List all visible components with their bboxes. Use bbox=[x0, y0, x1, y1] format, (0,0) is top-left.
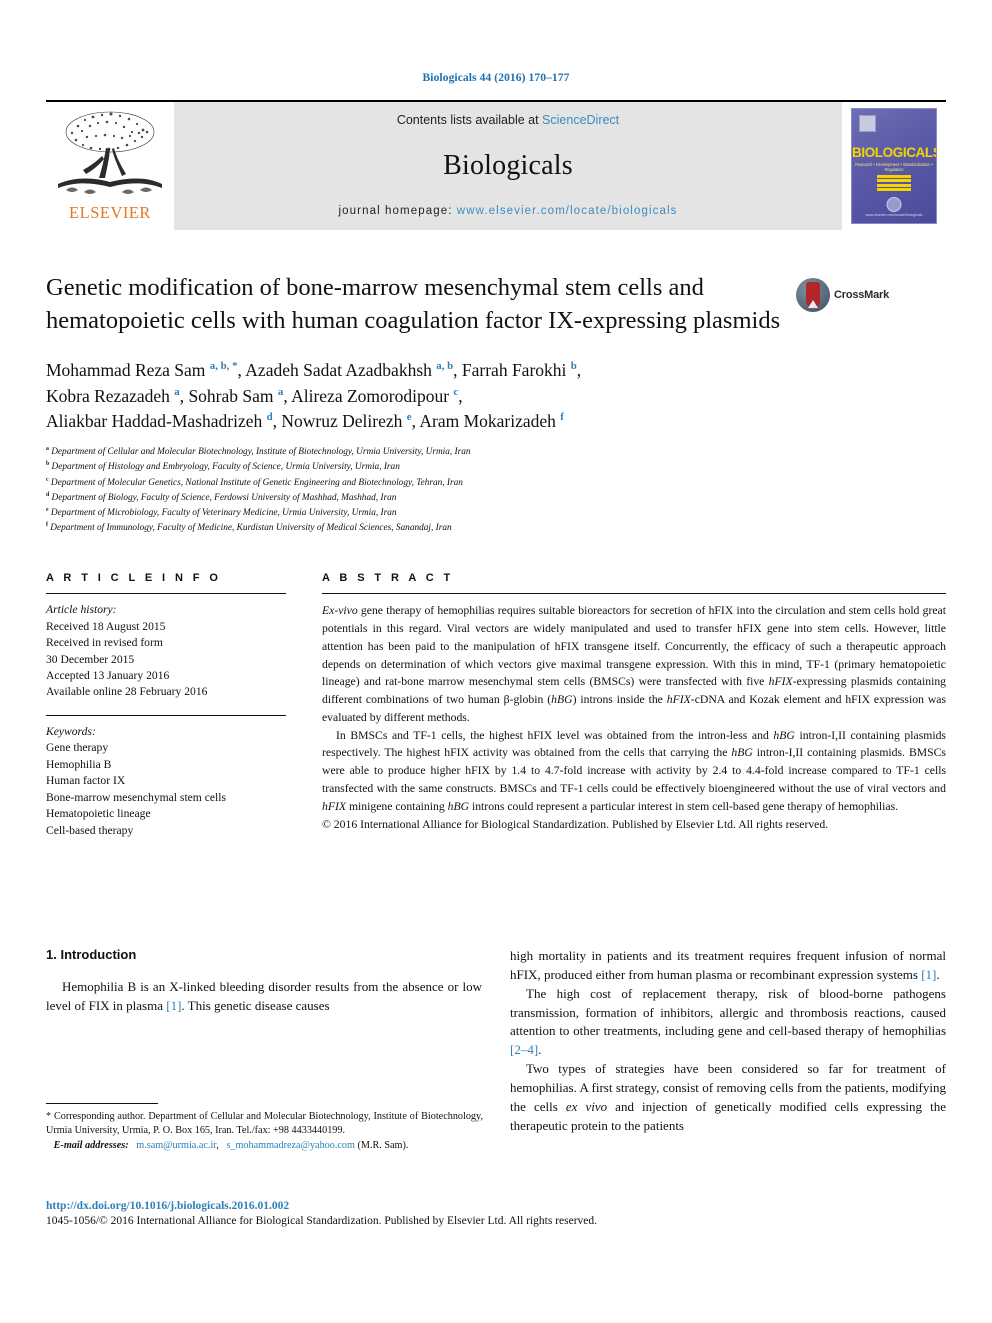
crossmark-icon bbox=[796, 278, 830, 312]
affiliation-mark: a bbox=[46, 446, 49, 453]
history-item: Available online 28 February 2016 bbox=[46, 685, 208, 699]
homepage-prefix: journal homepage: bbox=[338, 205, 457, 217]
article-history-label: Article history: bbox=[46, 603, 117, 617]
intro-paragraph: Two types of strategies have been consid… bbox=[510, 1061, 946, 1133]
abstract-paragraph: Ex-vivo gene therapy of hemophilias requ… bbox=[322, 604, 947, 724]
affiliation-mark: e bbox=[46, 506, 49, 513]
contents-prefix: Contents lists available at bbox=[396, 113, 543, 127]
cover-logo-box bbox=[859, 115, 876, 132]
affiliation-text: Department of Biology, Faculty of Scienc… bbox=[51, 492, 397, 503]
abstract-column: A B S T R A C T Ex-vivo gene therapy of … bbox=[322, 572, 946, 839]
article-info-column: A R T I C L E I N F O Article history: R… bbox=[46, 572, 286, 839]
doi-link[interactable]: http://dx.doi.org/10.1016/j.biologicals.… bbox=[46, 1200, 946, 1212]
history-item: Accepted 13 January 2016 bbox=[46, 668, 170, 682]
keyword-item: Human factor IX bbox=[46, 774, 126, 788]
footnote-area: * Corresponding author. Department of Ce… bbox=[46, 1103, 483, 1153]
running-head: Biologicals 44 (2016) 170–177 bbox=[422, 72, 570, 84]
elsevier-logo: ELSEVIER bbox=[46, 102, 174, 230]
page-title: Genetic modification of bone-marrow mese… bbox=[46, 274, 781, 334]
sciencedirect-link[interactable]: ScienceDirect bbox=[542, 113, 619, 127]
history-item: 30 December 2015 bbox=[46, 652, 135, 666]
introduction-section-title: 1. Introduction bbox=[46, 947, 137, 963]
keyword-item: Hematopoietic lineage bbox=[46, 807, 151, 821]
homepage-url[interactable]: www.elsevier.com/locate/biologicals bbox=[457, 205, 678, 217]
keywords-block: Keywords: Gene therapy Hemophilia B Huma… bbox=[46, 724, 286, 839]
article-info-heading: A R T I C L E I N F O bbox=[46, 572, 222, 585]
paper-first-page: Biologicals 44 (2016) 170–177 ELSEVIER C… bbox=[0, 0, 992, 1323]
affiliation-text: Department of Cellular and Molecular Bio… bbox=[51, 447, 471, 458]
elsevier-tree-icon bbox=[58, 111, 162, 194]
cover-decorative-lines bbox=[852, 173, 936, 193]
cover-subtitle: Research • Development • Standardisation… bbox=[855, 162, 933, 172]
article-info-rule bbox=[46, 593, 286, 595]
cover-seal-icon bbox=[886, 197, 902, 212]
abstract-copyright: © 2016 International Alliance for Biolog… bbox=[322, 817, 829, 831]
abstract-paragraph: In BMSCs and TF-1 cells, the highest hFI… bbox=[322, 728, 946, 813]
keyword-item: Cell-based therapy bbox=[46, 823, 134, 837]
affiliation-mark: b bbox=[46, 461, 50, 468]
corresponding-author-note: * Corresponding author. Department of Ce… bbox=[46, 1111, 483, 1137]
issn-copyright-line: 1045-1056/© 2016 International Alliance … bbox=[46, 1215, 598, 1227]
abstract-body: Ex-vivo gene therapy of hemophilias requ… bbox=[322, 602, 946, 833]
abstract-heading: A B S T R A C T bbox=[322, 572, 454, 585]
journal-cover-wrap: BIOLOGICALS Research • Development • Sta… bbox=[842, 102, 946, 230]
journal-masthead: ELSEVIER Contents lists available at Sci… bbox=[46, 100, 946, 230]
email-note: E-mail addresses: m.sam@urmia.ac.ir, s_m… bbox=[53, 1139, 409, 1151]
keyword-item: Bone-marrow mesenchymal stem cells bbox=[46, 790, 226, 804]
keyword-item: Gene therapy bbox=[46, 741, 109, 755]
affiliation-item: e Department of Microbiology, Faculty of… bbox=[46, 506, 946, 521]
affiliation-mark: c bbox=[46, 476, 49, 483]
footnote-rule bbox=[46, 1103, 158, 1104]
affiliation-item: b Department of Histology and Embryology… bbox=[46, 460, 946, 475]
keywords-rule bbox=[46, 714, 286, 716]
affiliation-text: Department of Microbiology, Faculty of V… bbox=[50, 507, 397, 518]
affiliation-text: Department of Immunology, Faculty of Med… bbox=[50, 523, 452, 534]
keywords-label: Keywords: bbox=[46, 724, 96, 738]
affiliation-mark: f bbox=[46, 522, 48, 529]
journal-homepage-line: journal homepage: www.elsevier.com/locat… bbox=[339, 205, 678, 217]
intro-paragraph: high mortality in patients and its treat… bbox=[510, 948, 946, 982]
affiliation-item: d Department of Biology, Faculty of Scie… bbox=[46, 491, 946, 506]
affiliation-text: Department of Histology and Embryology, … bbox=[51, 462, 400, 473]
title-area: Genetic modification of bone-marrow mese… bbox=[46, 272, 946, 338]
crossmark-label: CrossMark bbox=[834, 289, 890, 301]
affiliation-item: c Department of Molecular Genetics, Nati… bbox=[46, 476, 946, 491]
journal-title: Biologicals bbox=[443, 150, 573, 181]
cover-title: BIOLOGICALS bbox=[852, 145, 937, 160]
email-owner: (M.R. Sam). bbox=[357, 1139, 409, 1151]
affiliation-text: Department of Molecular Genetics, Nation… bbox=[50, 477, 463, 488]
intro-paragraph: Hemophilia B is an X-linked bleeding dis… bbox=[46, 979, 482, 1013]
email-link-secondary[interactable]: s_mohammadreza@yahoo.com bbox=[226, 1140, 354, 1151]
journal-cover-image: BIOLOGICALS Research • Development • Sta… bbox=[851, 108, 937, 224]
info-and-abstract: A R T I C L E I N F O Article history: R… bbox=[46, 572, 946, 839]
affiliation-item: f Department of Immunology, Faculty of M… bbox=[46, 521, 946, 536]
intro-paragraph: The high cost of replacement therapy, ri… bbox=[510, 985, 946, 1058]
affiliation-list: a Department of Cellular and Molecular B… bbox=[46, 445, 946, 536]
body-column-right: high mortality in patients and its treat… bbox=[510, 947, 946, 1135]
affiliation-mark: d bbox=[46, 491, 50, 498]
history-item: Received 18 August 2015 bbox=[46, 619, 166, 633]
author-list: Mohammad Reza Sam a, b, *, Azadeh Sadat … bbox=[46, 359, 582, 432]
article-history-block: Article history: Received 18 August 2015… bbox=[46, 602, 286, 701]
contents-lists-line: Contents lists available at ScienceDirec… bbox=[397, 113, 619, 127]
keyword-item: Hemophilia B bbox=[46, 757, 112, 771]
affiliation-item: a Department of Cellular and Molecular B… bbox=[46, 445, 946, 460]
history-item: Received in revised form bbox=[46, 636, 163, 650]
bottom-block: http://dx.doi.org/10.1016/j.biologicals.… bbox=[46, 1200, 946, 1227]
cover-footer: www.elsevier.com/locate/biologicals bbox=[865, 213, 923, 217]
abstract-rule bbox=[322, 593, 946, 595]
crossmark-badge[interactable]: CrossMark bbox=[796, 278, 892, 312]
email-label: E-mail addresses: bbox=[53, 1139, 129, 1151]
email-link-primary[interactable]: m.sam@urmia.ac.ir bbox=[136, 1140, 216, 1151]
elsevier-wordmark: ELSEVIER bbox=[69, 203, 151, 222]
masthead-center-panel: Contents lists available at ScienceDirec… bbox=[174, 102, 842, 230]
